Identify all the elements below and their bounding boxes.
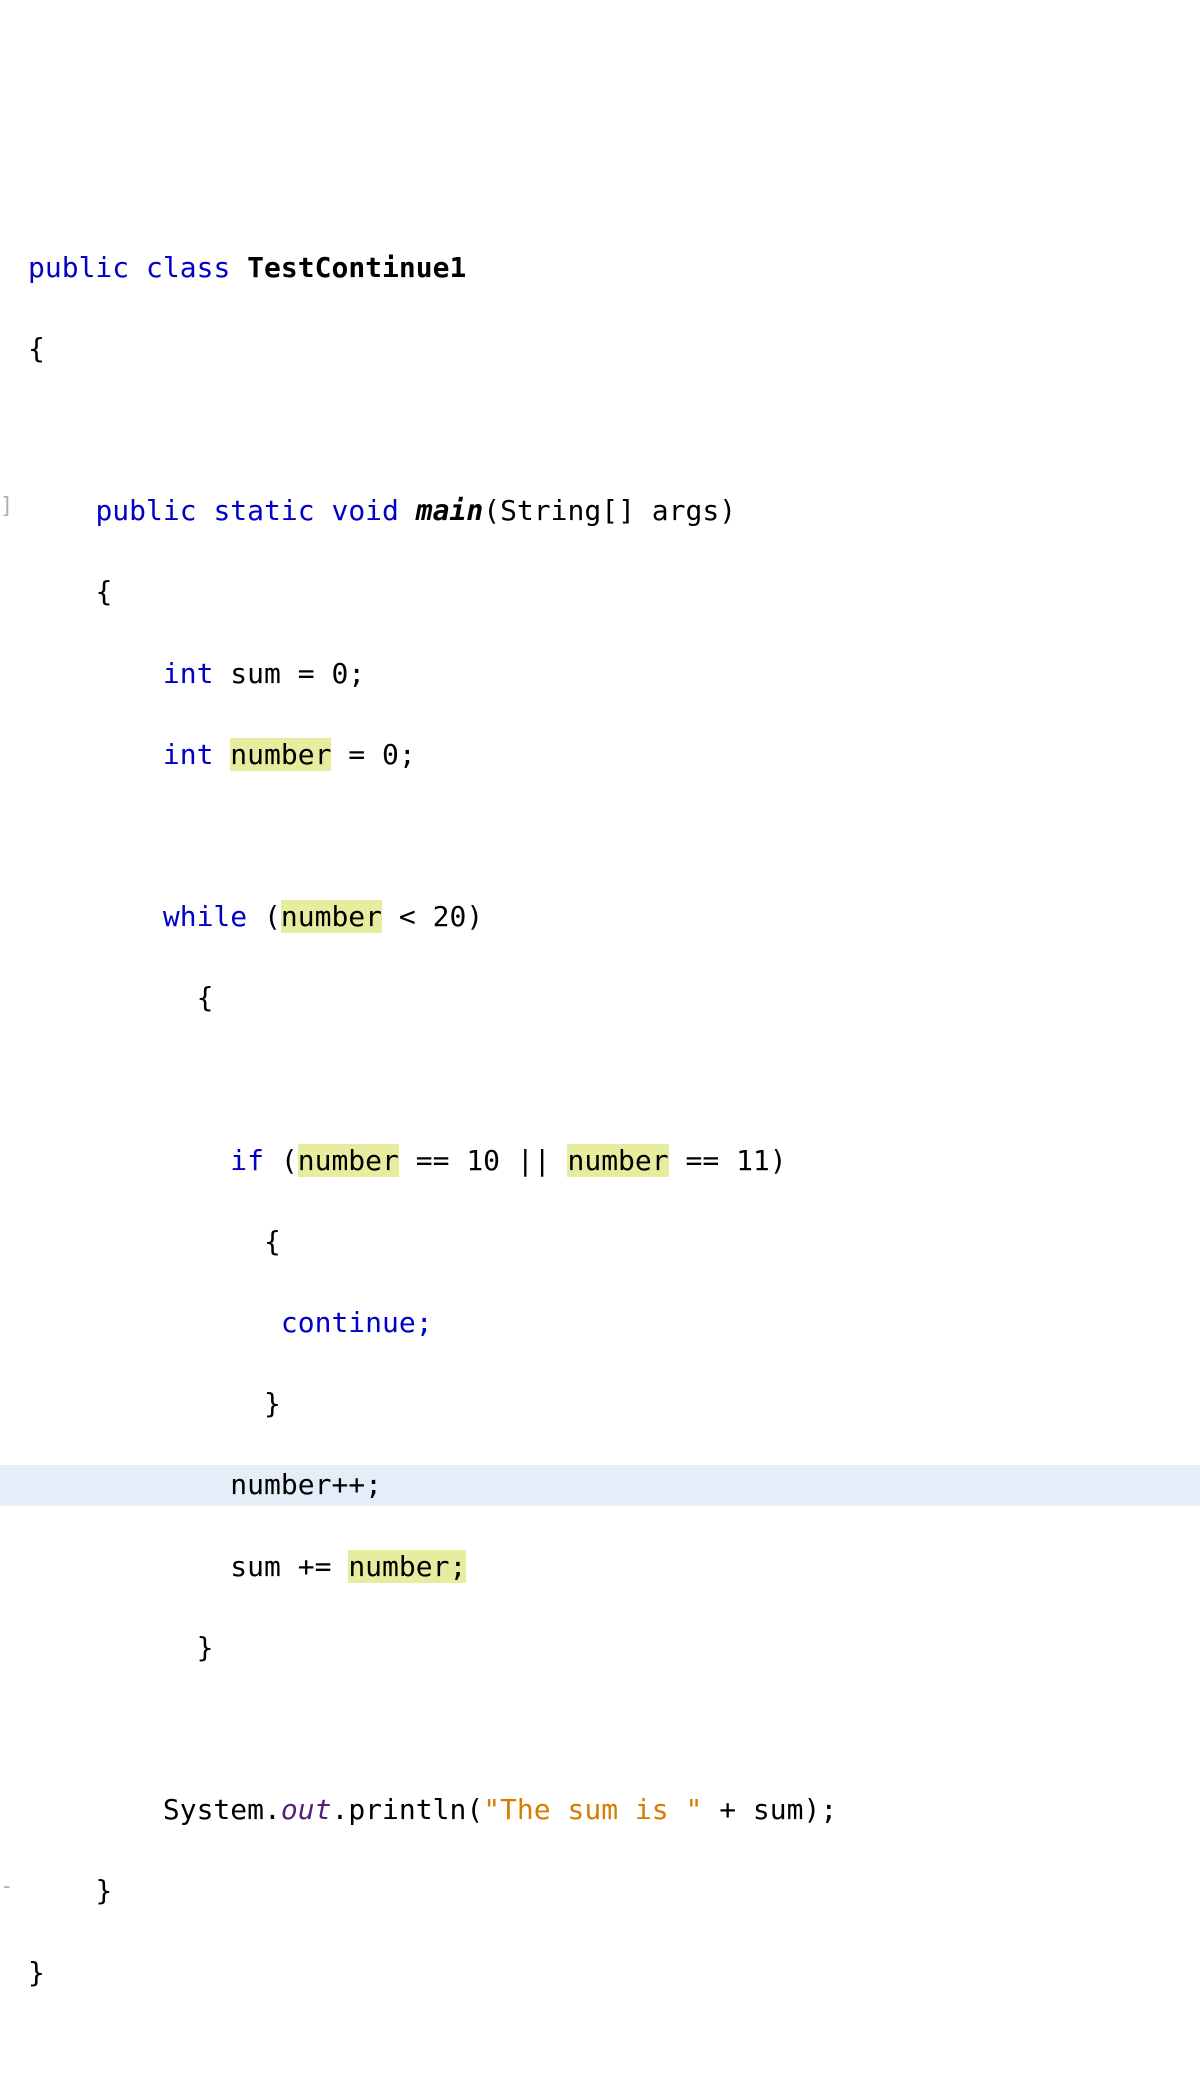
var-number-highlight: number xyxy=(281,900,382,933)
literal-10: 10 xyxy=(466,1144,500,1177)
code-line-blank xyxy=(0,410,1200,451)
gutter-dash-icon: - xyxy=(0,1871,13,1903)
keyword-class: class xyxy=(146,251,230,284)
code-line: if (number == 10 || number == 11) xyxy=(0,1141,1200,1182)
brace-open: { xyxy=(95,575,112,608)
brace-open: { xyxy=(264,1225,281,1258)
param-args: String[] args xyxy=(500,494,719,527)
code-line: } xyxy=(0,1384,1200,1425)
var-number-highlight: number; xyxy=(348,1550,466,1583)
class-name: TestContinue1 xyxy=(247,251,466,284)
keyword-int: int xyxy=(163,657,214,690)
string-literal: "The sum is " xyxy=(483,1793,702,1826)
code-line: } xyxy=(0,1953,1200,1994)
keyword-void: void xyxy=(331,494,398,527)
code-line: { xyxy=(0,572,1200,613)
code-line-blank xyxy=(0,816,1200,857)
code-line-current: number++; xyxy=(0,1465,1200,1506)
gutter-bracket-icon: ] xyxy=(0,491,13,523)
code-line: while (number < 20) xyxy=(0,897,1200,938)
method-println: println xyxy=(348,1793,466,1826)
keyword-public: public xyxy=(28,251,129,284)
class-system: System xyxy=(163,1793,264,1826)
code-line: sum += number; xyxy=(0,1547,1200,1588)
code-line: { xyxy=(0,978,1200,1019)
literal-20: 20 xyxy=(433,900,467,933)
keyword-public: public xyxy=(95,494,196,527)
keyword-static: static xyxy=(213,494,314,527)
code-line: int number = 0; xyxy=(0,735,1200,776)
keyword-while: while xyxy=(163,900,247,933)
code-line: int sum = 0; xyxy=(0,654,1200,695)
code-line: } xyxy=(0,1628,1200,1669)
brace-close: } xyxy=(95,1874,112,1907)
code-line: - } xyxy=(0,1871,1200,1912)
brace-open: { xyxy=(197,981,214,1014)
brace-close: } xyxy=(197,1631,214,1664)
code-line: ] public static void main(String[] args) xyxy=(0,491,1200,532)
code-line: { xyxy=(0,329,1200,370)
stmt-sum-pluseq: sum += xyxy=(230,1550,348,1583)
keyword-continue: continue; xyxy=(281,1306,433,1339)
stmt-increment: number xyxy=(230,1468,331,1501)
code-line-blank xyxy=(0,1709,1200,1750)
code-line: { xyxy=(0,1222,1200,1263)
field-out: out xyxy=(281,1793,332,1826)
var-number-highlight: number xyxy=(298,1144,399,1177)
var-sum: sum xyxy=(230,657,281,690)
method-main: main xyxy=(416,494,483,527)
keyword-if: if xyxy=(230,1144,264,1177)
code-line-blank xyxy=(0,1059,1200,1100)
code-editor: public class TestContinue1 { ] public st… xyxy=(0,162,1200,2082)
code-line: continue; xyxy=(0,1303,1200,1344)
var-number-highlight: number xyxy=(230,738,331,771)
brace-close: } xyxy=(264,1387,281,1420)
brace-open: { xyxy=(28,332,45,365)
code-line: System.out.println("The sum is " + sum); xyxy=(0,1790,1200,1831)
keyword-int: int xyxy=(163,738,214,771)
var-number-highlight: number xyxy=(567,1144,668,1177)
literal-11: 11 xyxy=(736,1144,770,1177)
brace-close: } xyxy=(28,1956,45,1989)
code-line: public class TestContinue1 xyxy=(0,248,1200,289)
